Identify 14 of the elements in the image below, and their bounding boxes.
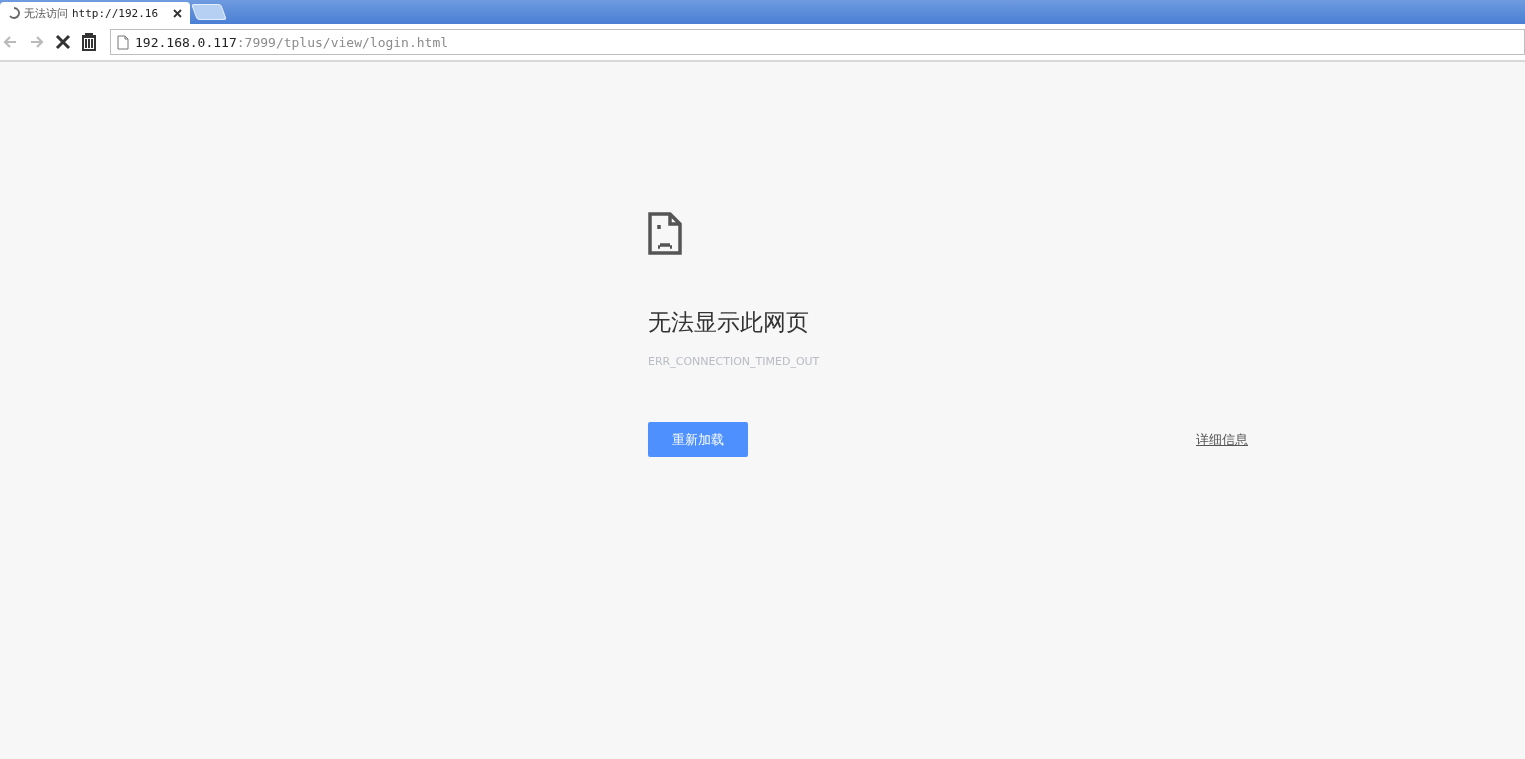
address-bar[interactable]: 192.168.0.117:7999/tplus/view/login.html [110, 29, 1525, 55]
new-tab-button[interactable] [191, 4, 227, 20]
error-heading: 无法显示此网页 [648, 308, 810, 337]
url-path: :7999/tplus/view/login.html [236, 34, 449, 50]
details-link[interactable]: 详细信息 [1196, 430, 1248, 449]
tab-title: 无法访问 [24, 5, 68, 21]
page-icon [117, 34, 129, 50]
sad-page-icon [648, 212, 682, 255]
loading-icon [8, 7, 20, 19]
url-host: 192.168.0.117 [135, 34, 237, 50]
close-tab-icon[interactable] [173, 8, 182, 18]
tab-url: http://192.16 [72, 6, 159, 20]
browser-tab[interactable]: 无法访问 http://192.16 [0, 2, 190, 24]
error-code: ERR_CONNECTION_TIMED_OUT [648, 355, 821, 368]
